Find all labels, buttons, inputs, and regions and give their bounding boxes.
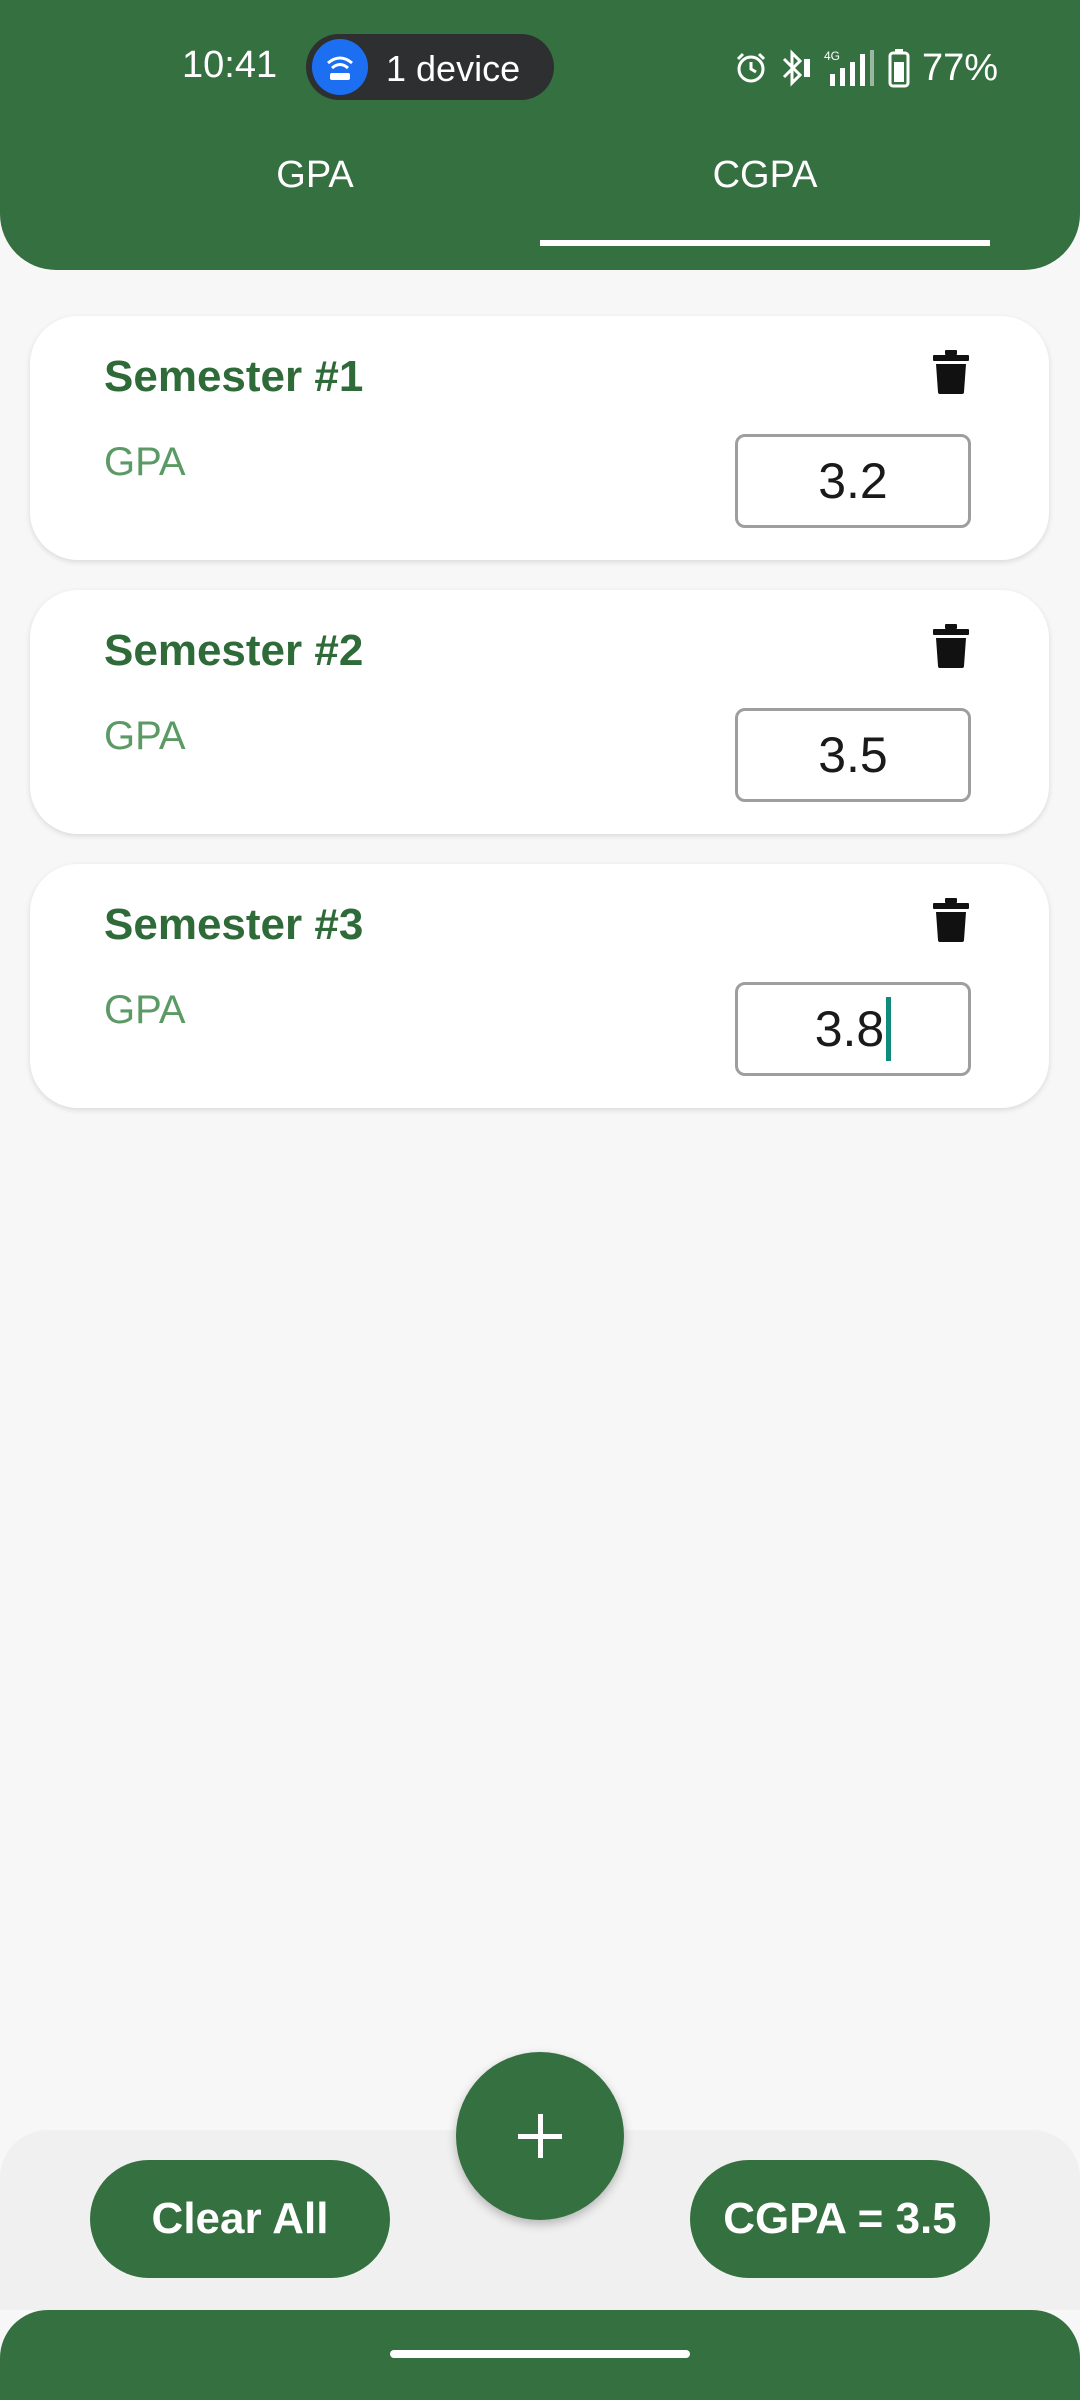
cgpa-result-button[interactable]: CGPA = 3.5 xyxy=(690,2160,990,2278)
gpa-value: 3.8 xyxy=(814,1001,885,1057)
gpa-label: GPA xyxy=(104,988,186,1032)
add-semester-button[interactable] xyxy=(456,2052,624,2220)
delete-icon[interactable] xyxy=(933,350,969,394)
clock: 10:41 xyxy=(182,44,278,86)
status-icons: 4G 77% xyxy=(734,46,998,90)
battery-percentage: 77% xyxy=(921,46,998,89)
semester-card: Semester #3 GPA 3.8 xyxy=(30,864,1049,1108)
gpa-input[interactable]: 3.2 xyxy=(735,434,971,528)
hotspot-chip[interactable]: 1 device xyxy=(306,34,554,100)
hotspot-icon xyxy=(312,39,368,95)
status-bar: 10:41 1 device 4G 77% xyxy=(0,0,1080,140)
tab-cgpa[interactable]: CGPA xyxy=(540,140,990,246)
gpa-label: GPA xyxy=(104,440,186,484)
tab-indicator xyxy=(540,240,990,246)
semester-card: Semester #1 GPA 3.2 xyxy=(30,316,1049,560)
gpa-value: 3.5 xyxy=(818,727,888,783)
gpa-input[interactable]: 3.5 xyxy=(735,708,971,802)
semester-title: Semester #2 xyxy=(104,626,364,675)
svg-text:4G: 4G xyxy=(824,49,840,63)
delete-icon[interactable] xyxy=(933,624,969,668)
semester-title: Semester #1 xyxy=(104,352,364,401)
gpa-value: 3.2 xyxy=(818,453,888,509)
gpa-label: GPA xyxy=(104,714,186,758)
signal-4g-icon: 4G xyxy=(824,49,874,86)
bluetooth-icon xyxy=(782,49,810,87)
hotspot-label: 1 device xyxy=(386,48,521,89)
app-header: 10:41 1 device 4G 77% GPA CGPA xyxy=(0,0,1080,270)
alarm-icon xyxy=(736,52,765,83)
gpa-input[interactable]: 3.8 xyxy=(735,982,971,1076)
clear-all-button[interactable]: Clear All xyxy=(90,2160,390,2278)
tab-gpa[interactable]: GPA xyxy=(90,140,540,246)
text-cursor xyxy=(886,996,892,1061)
semester-card: Semester #2 GPA 3.5 xyxy=(30,590,1049,834)
navigation-bar xyxy=(0,2310,1080,2400)
tab-bar: GPA CGPA xyxy=(0,140,1080,250)
gesture-handle[interactable] xyxy=(390,2350,690,2358)
battery-icon xyxy=(888,49,910,88)
delete-icon[interactable] xyxy=(933,898,969,942)
semester-title: Semester #3 xyxy=(104,900,364,949)
